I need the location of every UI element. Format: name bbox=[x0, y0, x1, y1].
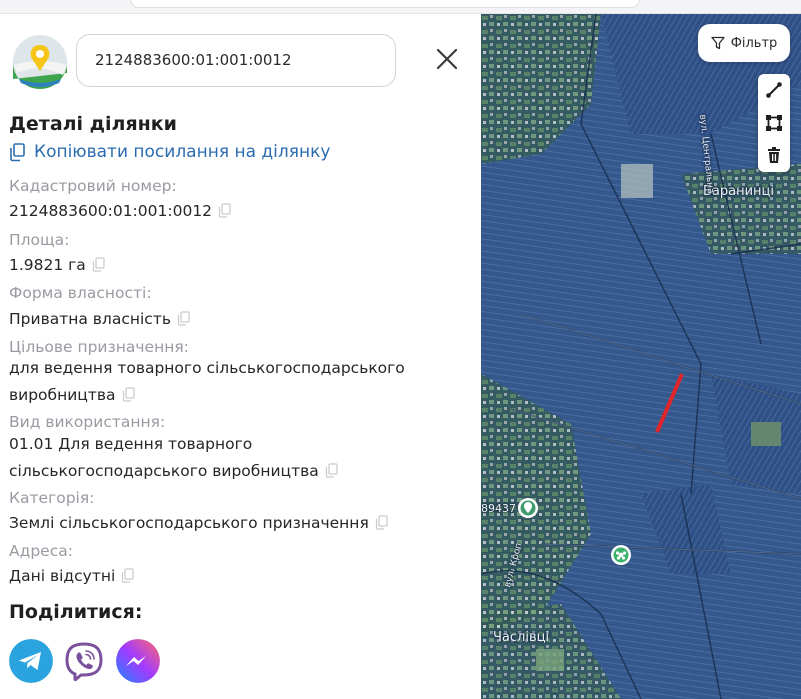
field-label-ownership: Форма власності: bbox=[9, 284, 152, 302]
copy-link-label: Копіювати посилання на ділянку bbox=[34, 142, 331, 162]
filter-button[interactable]: Фільтр bbox=[698, 24, 790, 62]
copy-icon[interactable] bbox=[325, 463, 338, 478]
field-value-address: Дані відсутні bbox=[9, 563, 469, 590]
area-text: 1.9821 га bbox=[9, 256, 86, 274]
ownership-text: Приватна власність bbox=[9, 310, 171, 328]
browser-top-strip bbox=[0, 0, 801, 14]
field-label-area: Площа: bbox=[9, 231, 70, 249]
field-label-purpose: Цільове призначення: bbox=[9, 338, 189, 356]
copy-icon[interactable] bbox=[375, 515, 388, 530]
map-label-village: Часлівці bbox=[493, 630, 550, 645]
field-label-category: Категорія: bbox=[9, 489, 95, 507]
app-logo-icon bbox=[13, 35, 67, 89]
field-value-category: Землі сільськогосподарського призначення bbox=[9, 510, 469, 537]
map-label-parcel-number: 89437 bbox=[481, 502, 516, 515]
purpose-text: для ведення товарного сільськогосподарсь… bbox=[9, 359, 405, 404]
field-value-area: 1.9821 га bbox=[9, 252, 469, 279]
category-text: Землі сільськогосподарського призначення bbox=[9, 514, 369, 532]
trash-icon[interactable] bbox=[765, 146, 783, 164]
copy-icon bbox=[10, 142, 25, 161]
map-marker-icon[interactable] bbox=[610, 544, 632, 566]
map-imagery bbox=[481, 14, 801, 699]
filter-label: Фільтр bbox=[730, 35, 778, 51]
copy-icon[interactable] bbox=[122, 387, 135, 402]
address-text: Дані відсутні bbox=[9, 567, 116, 585]
details-title: Деталі ділянки bbox=[9, 113, 177, 135]
close-icon[interactable] bbox=[434, 46, 460, 72]
telegram-icon[interactable] bbox=[9, 639, 53, 683]
copy-icon[interactable] bbox=[177, 311, 190, 326]
field-value-purpose: для ведення товарного сільськогосподарсь… bbox=[9, 355, 409, 409]
address-bar-edge bbox=[130, 0, 640, 8]
draw-polygon-icon[interactable] bbox=[765, 114, 783, 132]
map-draw-toolbar bbox=[758, 74, 790, 172]
copy-icon[interactable] bbox=[121, 568, 134, 583]
cadastral-search-input[interactable]: 2124883600:01:001:0012 bbox=[76, 34, 396, 87]
satellite-map[interactable]: Баранинці Часлівці вул. Центральна вул. … bbox=[481, 14, 801, 699]
field-label-cadastral-number: Кадастровий номер: bbox=[9, 177, 177, 195]
viber-icon[interactable] bbox=[62, 639, 106, 683]
usage-text: 01.01 Для ведення товарного сільськогосп… bbox=[9, 435, 319, 480]
field-label-address: Адреса: bbox=[9, 542, 73, 560]
field-value-usage: 01.01 Для ведення товарного сільськогосп… bbox=[9, 431, 449, 485]
map-marker-icon[interactable] bbox=[517, 497, 539, 519]
field-value-ownership: Приватна власність bbox=[9, 306, 469, 333]
copy-icon[interactable] bbox=[218, 203, 231, 218]
share-title: Поділитися: bbox=[9, 601, 143, 623]
draw-line-icon[interactable] bbox=[765, 81, 783, 99]
cadastral-number-text: 2124883600:01:001:0012 bbox=[9, 202, 213, 220]
messenger-icon[interactable] bbox=[116, 639, 160, 683]
filter-icon bbox=[711, 36, 725, 50]
field-value-cadastral-number: 2124883600:01:001:0012 bbox=[9, 198, 469, 225]
copy-parcel-link[interactable]: Копіювати посилання на ділянку bbox=[9, 142, 330, 162]
field-label-usage: Вид використання: bbox=[9, 413, 166, 431]
copy-icon[interactable] bbox=[92, 257, 105, 272]
